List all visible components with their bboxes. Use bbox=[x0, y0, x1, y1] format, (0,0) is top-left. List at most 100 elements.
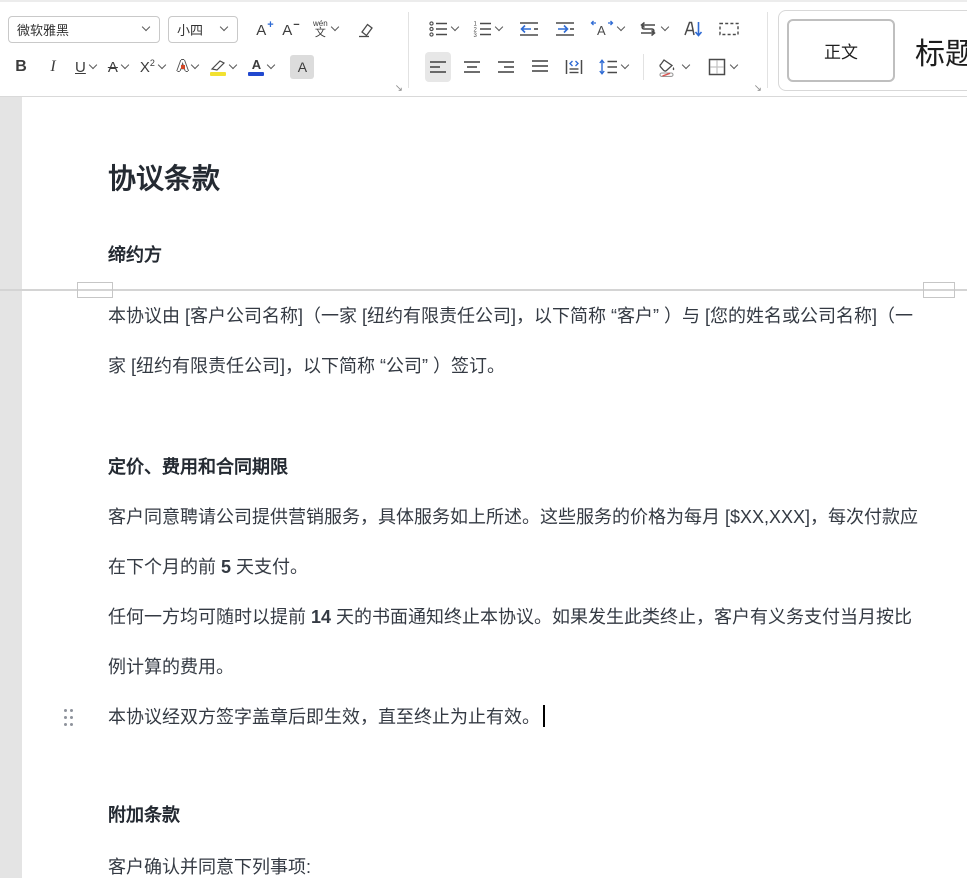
italic-icon: I bbox=[50, 58, 55, 76]
chevron-down-icon bbox=[121, 61, 129, 69]
align-center-icon bbox=[462, 57, 482, 77]
svg-text:3: 3 bbox=[474, 33, 478, 39]
effective-para[interactable]: 本协议经双方签字盖章后即生效，直至终止为止有效。 bbox=[108, 692, 920, 742]
justify-icon bbox=[530, 57, 550, 77]
line-spacing-button[interactable] bbox=[595, 52, 633, 82]
align-left-icon bbox=[428, 57, 448, 77]
text-run: 14 bbox=[311, 607, 331, 627]
borders-button[interactable] bbox=[704, 52, 742, 82]
chevron-down-icon bbox=[330, 23, 338, 31]
formatting-toolbar: 微软雅黑 小四 A+ A− wén 文 bbox=[0, 0, 967, 97]
justify-button[interactable] bbox=[527, 52, 553, 82]
text-run: 定价、费用和合同期限 bbox=[108, 457, 288, 477]
style-normal[interactable]: 正文 bbox=[787, 19, 895, 82]
strikethrough-button[interactable]: A bbox=[105, 52, 133, 82]
chevron-down-icon bbox=[495, 23, 503, 31]
font-size-select[interactable]: 小四 bbox=[168, 16, 238, 43]
font-name-select[interactable]: 微软雅黑 bbox=[8, 16, 160, 43]
borders-icon bbox=[707, 57, 727, 77]
grow-font-button[interactable]: A+ bbox=[252, 14, 278, 44]
text-wrap-icon bbox=[638, 19, 658, 39]
align-right-button[interactable] bbox=[493, 52, 519, 82]
pinyin-guide-button[interactable]: wén 文 bbox=[310, 14, 343, 44]
parties-heading[interactable]: 缔约方 bbox=[108, 243, 920, 267]
italic-button[interactable]: I bbox=[40, 52, 66, 82]
bullet-list-button[interactable] bbox=[425, 14, 463, 44]
text-run: 协议条款 bbox=[108, 163, 220, 194]
shrink-font-icon: A− bbox=[282, 19, 299, 39]
shrink-font-button[interactable]: A− bbox=[278, 14, 304, 44]
doc-title[interactable]: 协议条款 bbox=[108, 161, 920, 197]
sort-button[interactable] bbox=[679, 14, 707, 44]
decrease-indent-icon bbox=[518, 19, 540, 39]
expand-paragraph-group-icon[interactable]: ↘ bbox=[754, 83, 762, 94]
paragraph-drag-handle-icon[interactable] bbox=[62, 707, 75, 728]
text-cursor bbox=[543, 705, 545, 727]
expand-font-group-icon[interactable]: ↘ bbox=[395, 83, 403, 94]
font-group: 微软雅黑 小四 A+ A− wén 文 bbox=[0, 2, 408, 96]
distribute-button[interactable] bbox=[561, 52, 587, 82]
row-divider bbox=[643, 54, 644, 80]
termination-para[interactable]: 任何一方均可随时以提前 14 天的书面通知终止本协议。如果发生此类终止，客户有义… bbox=[108, 592, 920, 692]
chevron-down-icon bbox=[191, 61, 199, 69]
chevron-down-icon bbox=[220, 23, 228, 31]
document-body: 协议条款缔约方本协议由 [客户公司名称]（一家 [纽约有限责任公司]，以下简称 … bbox=[22, 161, 920, 878]
pricing-heading[interactable]: 定价、费用和合同期限 bbox=[108, 455, 920, 479]
decrease-indent-button[interactable] bbox=[515, 14, 543, 44]
dashed-frame-icon bbox=[718, 20, 740, 38]
line-spacing-icon bbox=[598, 57, 618, 77]
bold-button[interactable]: B bbox=[8, 52, 34, 82]
page-gap-handle-right[interactable] bbox=[923, 282, 955, 298]
numbered-list-icon: 1 2 3 bbox=[472, 19, 492, 39]
text-wrap-button[interactable] bbox=[635, 14, 673, 44]
chevron-down-icon bbox=[89, 61, 97, 69]
clear-formatting-button[interactable] bbox=[351, 14, 377, 44]
character-scale-icon: A bbox=[590, 19, 614, 39]
additional-heading[interactable]: 附加条款 bbox=[108, 803, 920, 827]
font-color-button[interactable]: A bbox=[245, 52, 279, 82]
chevron-down-icon bbox=[617, 23, 625, 31]
sort-icon bbox=[682, 19, 704, 39]
numbered-list-button[interactable]: 1 2 3 bbox=[469, 14, 507, 44]
page-break-line bbox=[0, 289, 967, 291]
page-gap-handle-left[interactable] bbox=[77, 282, 113, 298]
text-run: 附加条款 bbox=[108, 805, 180, 825]
character-shading-button[interactable]: A bbox=[287, 52, 317, 82]
underline-button[interactable]: U bbox=[72, 52, 101, 82]
additional-para[interactable]: 客户确认并同意下列事项: bbox=[108, 842, 920, 878]
document-page[interactable]: 协议条款缔约方本协议由 [客户公司名称]（一家 [纽约有限责任公司]，以下简称 … bbox=[22, 97, 967, 878]
increase-indent-button[interactable] bbox=[551, 14, 579, 44]
bold-icon: B bbox=[15, 58, 27, 76]
chevron-down-icon bbox=[682, 61, 690, 69]
svg-text:A: A bbox=[597, 23, 606, 38]
superscript-icon: X2 bbox=[140, 58, 155, 76]
highlight-button[interactable] bbox=[207, 52, 241, 82]
page-margins-button[interactable] bbox=[715, 14, 743, 44]
parties-para[interactable]: 本协议由 [客户公司名称]（一家 [纽约有限责任公司]，以下简称 “客户” ）与… bbox=[108, 291, 920, 391]
increase-indent-icon bbox=[554, 19, 576, 39]
pricing-para[interactable]: 客户同意聘请公司提供营销服务，具体服务如上所述。这些服务的价格为每月 [$XX,… bbox=[108, 492, 920, 592]
text-run: 客户确认并同意下列事项: bbox=[108, 857, 311, 877]
font-size-value: 小四 bbox=[177, 20, 203, 39]
text-run: 任何一方均可随时以提前 bbox=[108, 607, 311, 627]
superscript-button[interactable]: X2 bbox=[137, 52, 170, 82]
style-title[interactable]: 标题 bbox=[895, 29, 967, 73]
font-name-value: 微软雅黑 bbox=[17, 20, 69, 39]
character-scale-button[interactable]: A bbox=[587, 14, 629, 44]
shading-button[interactable] bbox=[654, 52, 694, 82]
chevron-down-icon bbox=[621, 61, 629, 69]
text-run: 本协议由 [客户公司名称]（一家 [纽约有限责任公司]，以下简称 “客户” ）与… bbox=[108, 306, 913, 376]
text-run: 5 bbox=[221, 557, 231, 577]
underline-icon: U bbox=[75, 59, 86, 76]
style-normal-label: 正文 bbox=[824, 38, 858, 63]
align-left-button[interactable] bbox=[425, 52, 451, 82]
distribute-icon bbox=[564, 57, 584, 77]
strikethrough-icon: A bbox=[108, 59, 118, 76]
text-run: 缔约方 bbox=[108, 245, 162, 265]
font-color-icon: A bbox=[248, 58, 264, 76]
text-effects-icon: A bbox=[177, 58, 189, 76]
align-right-icon bbox=[496, 57, 516, 77]
text-effects-button[interactable]: A bbox=[174, 52, 204, 82]
paint-bucket-icon bbox=[657, 57, 679, 77]
align-center-button[interactable] bbox=[459, 52, 485, 82]
